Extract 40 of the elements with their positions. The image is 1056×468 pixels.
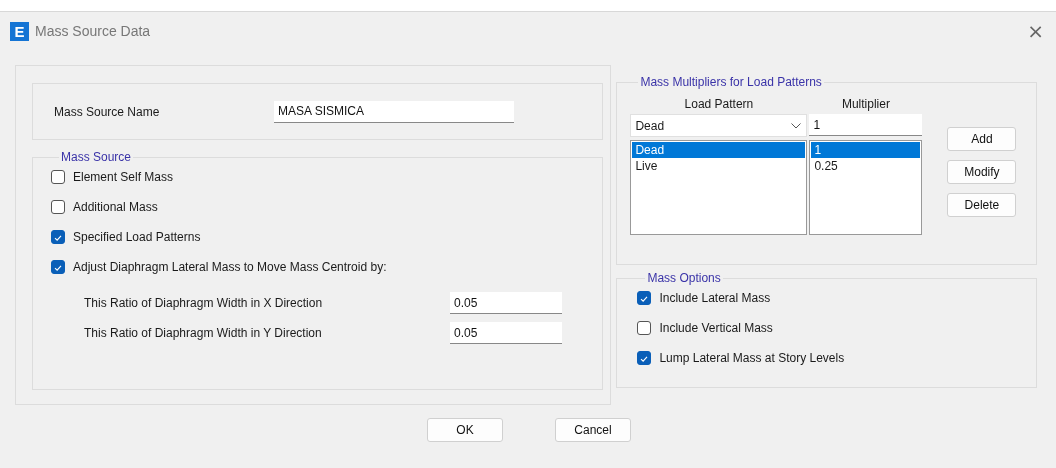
checkbox[interactable] [637,321,652,335]
list-item[interactable]: Live [632,158,806,174]
checkbox-label: Specified Load Patterns [73,230,201,244]
action-button[interactable]: Add [947,127,1017,151]
window-title: Mass Source Data [35,23,151,39]
group-title: Mass Options [646,271,722,285]
dialog-button[interactable]: OK [427,418,503,442]
checkbox-label: Element Self Mass [73,170,174,184]
ratio-field[interactable]: 0.05 [450,292,562,314]
checkbox[interactable] [51,170,65,184]
checkbox[interactable] [637,291,652,305]
checkbox-label: Adjust Diaphragm Lateral Mass to Move Mass Centroid by: [73,260,387,274]
app-logo: E [10,21,29,41]
checkbox-label: Include Lateral Mass [659,291,771,305]
ratio-label: This Ratio of Diaphragm Width in Y Direction [84,326,323,340]
group-title: Mass Multipliers for Load Patterns [639,75,823,89]
ratio-label: This Ratio of Diaphragm Width in X Direction [84,296,324,310]
close-button[interactable]: × [1025,21,1046,41]
group-title: Mass Source [60,150,133,164]
column-header: Load Pattern [683,97,755,111]
name-field[interactable]: MASA SISMICA [274,100,514,123]
list-item[interactable]: 1 [811,142,921,158]
checkbox-label: Additional Mass [73,200,158,214]
chevron-down-icon [791,122,802,129]
multiplier-field[interactable]: 1 [809,114,923,136]
action-button[interactable]: Delete [947,193,1017,217]
checkbox[interactable] [51,200,65,214]
list-item[interactable]: Dead [632,142,806,158]
column-header: Multiplier [840,97,891,111]
list-item[interactable]: 0.25 [811,158,921,174]
checkbox-label: Lump Lateral Mass at Story Levels [659,351,845,365]
checkbox[interactable] [51,260,65,274]
checkbox[interactable] [51,230,65,244]
ratio-field[interactable]: 0.05 [450,322,562,344]
action-button[interactable]: Modify [947,160,1017,184]
field-label: Mass Source Name [54,104,161,119]
dialog-button[interactable]: Cancel [555,418,631,442]
checkbox[interactable] [637,351,652,365]
checkbox-label: Include Vertical Mass [659,321,773,335]
load-pattern-dropdown[interactable]: Dead [630,114,808,137]
